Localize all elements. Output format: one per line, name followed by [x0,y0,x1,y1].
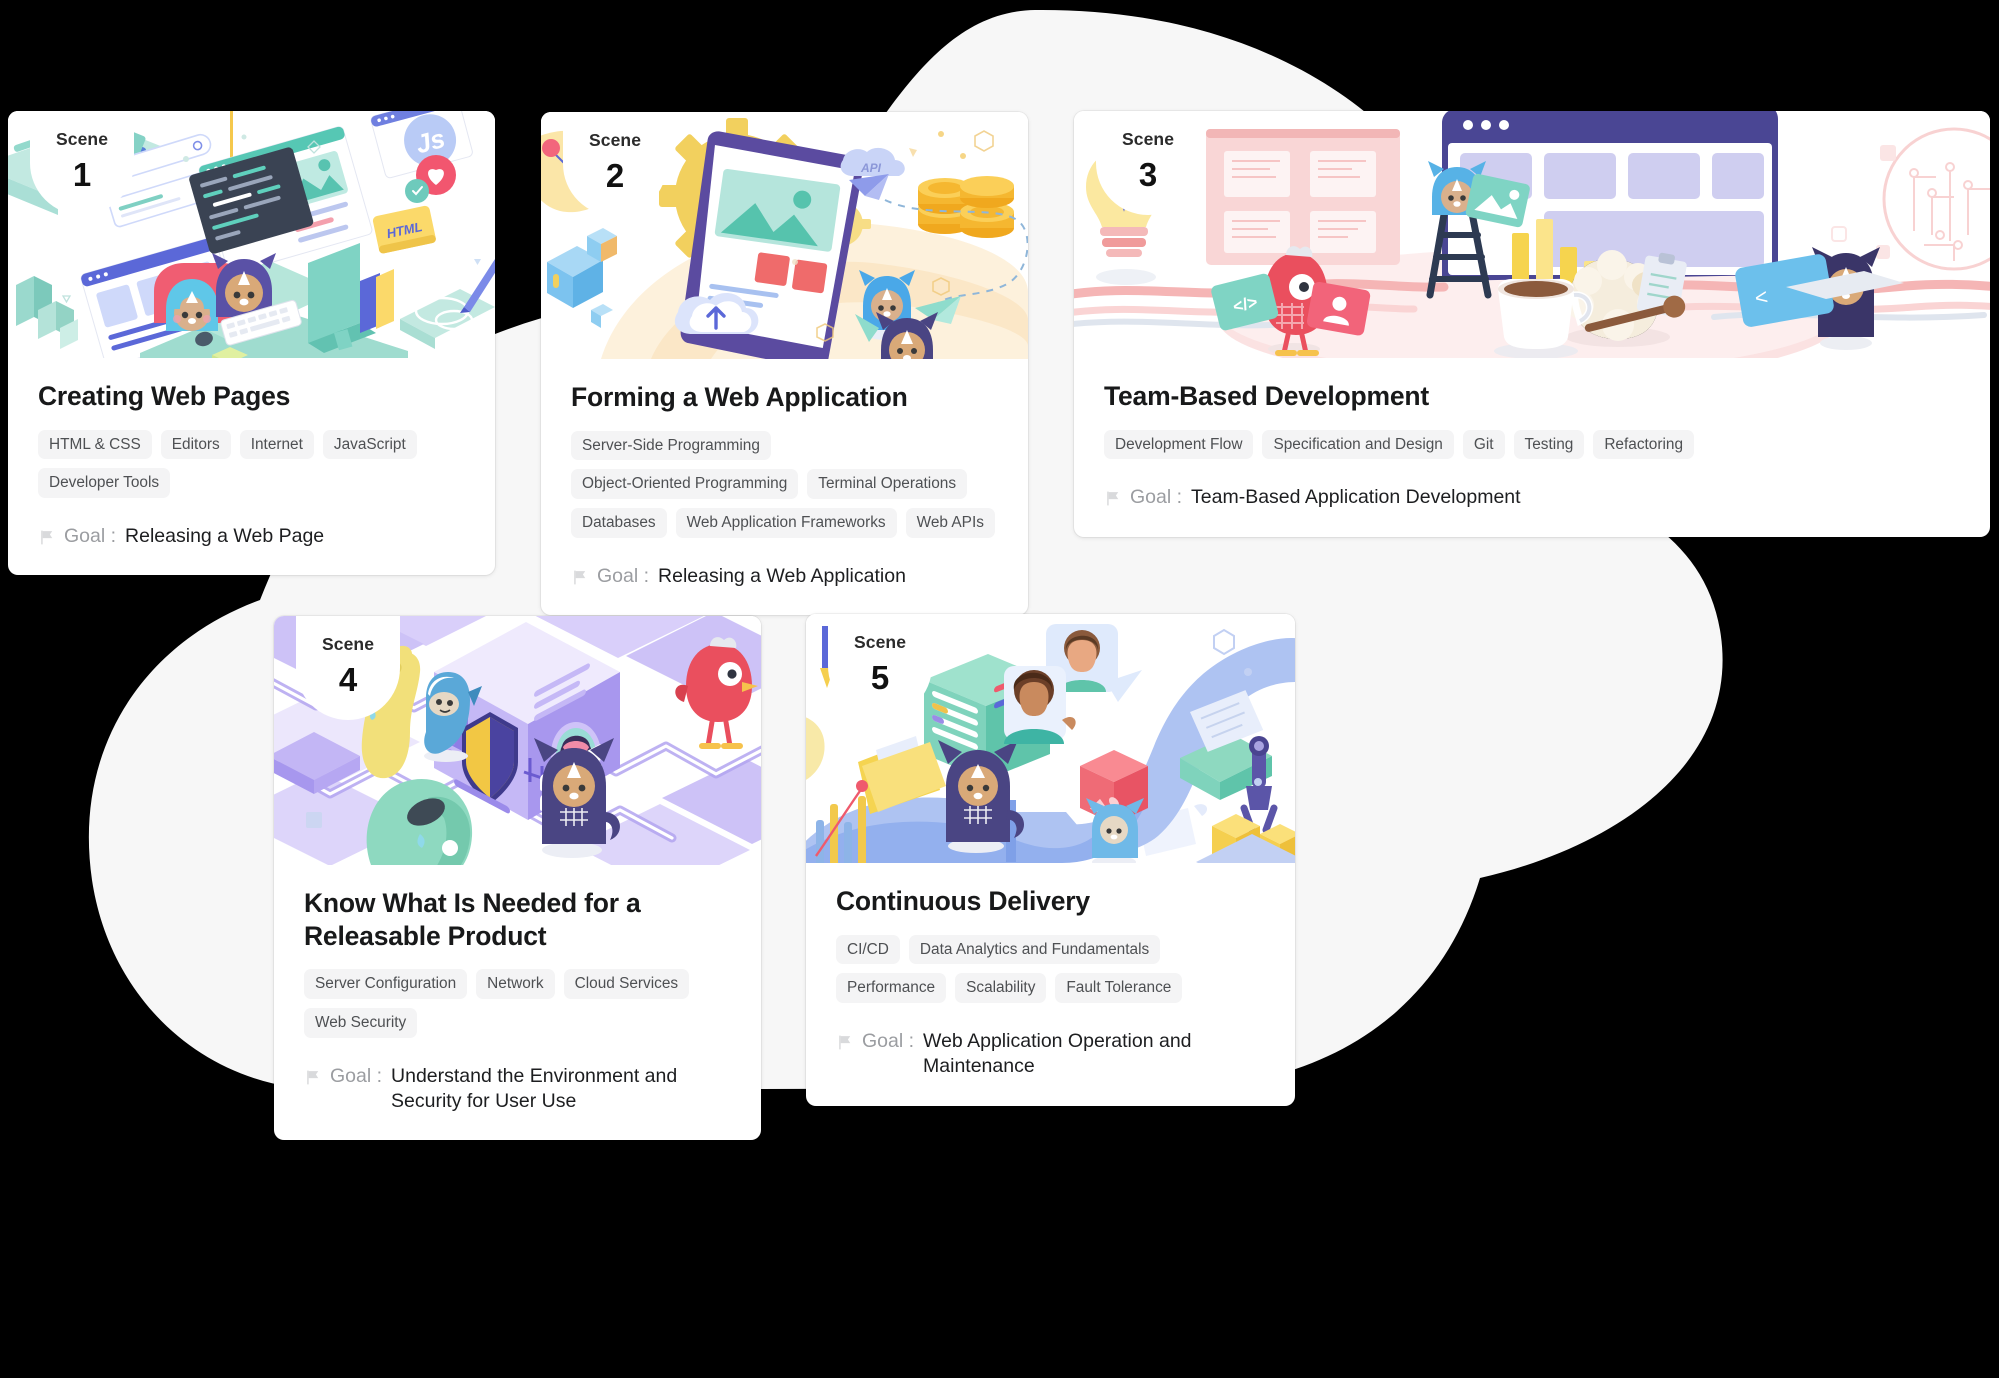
tag[interactable]: HTML & CSS [38,429,152,460]
goal-label: Goal : [597,564,650,587]
tag[interactable]: Performance [836,973,947,1003]
goal-text: Releasing a Web Application [658,564,906,587]
tag[interactable]: Internet [239,429,314,460]
scene-card-4[interactable]: NAME [274,616,761,1141]
tag[interactable]: Specification and Design [1262,429,1454,460]
scene-number: 2 [605,156,625,194]
scene-number: 5 [870,658,890,696]
goal-row: Goal : Understand the Environment and Se… [304,1064,731,1115]
tag[interactable]: Data Analytics and Fundamentals [908,934,1161,965]
tag[interactable]: Fault Tolerance [1055,973,1183,1003]
scene-card-3[interactable]: </> < Scene 3 Team-Based Development Dev… [1074,111,1990,537]
tag[interactable]: Server Configuration [304,969,468,999]
tag[interactable]: CI/CD [836,934,900,965]
tag[interactable]: Databases [571,508,667,538]
scene-number: 4 [338,660,358,698]
scene-word: Scene [55,129,109,149]
scene-badge-4: Scene 4 [296,616,400,720]
tag[interactable]: Object-Oriented Programming [571,469,799,499]
tag[interactable]: Terminal Operations [807,469,968,499]
tag[interactable]: Web Application Frameworks [675,508,897,538]
scene-word: Scene [588,130,642,150]
scene-badge-5: Scene 5 [828,614,932,718]
goal-label: Goal : [330,1064,383,1087]
tag-list: Server Configuration Network Cloud Servi… [304,969,731,1038]
scene-card-5[interactable]: Scene 5 Continuous Delivery CI/CD Data A… [806,614,1295,1106]
flag-icon [574,570,586,585]
scene-badge-2: Scene 2 [563,112,667,216]
tag[interactable]: JavaScript [322,429,417,460]
card-title: Know What Is Needed for a Releasable Pro… [304,888,641,951]
scene-word: Scene [321,634,375,654]
tag[interactable]: Web Security [304,1007,418,1038]
tag[interactable]: Web APIs [905,508,995,538]
tag[interactable]: Network [476,969,555,999]
goal-row: Goal : Releasing a Web Application [571,564,998,589]
scene-card-2[interactable]: API Scene 2 Forming a Web Application Se… [541,112,1028,616]
tag-list: Development Flow Specification and Desig… [1104,429,1960,460]
scene-badge-3: Scene 3 [1096,111,1200,215]
scene-number: 1 [72,155,92,193]
svg-text:API: API [860,161,882,175]
goal-row: Goal : Web Application Operation and Mai… [836,1029,1265,1080]
goal-row: Goal : Releasing a Web Page [38,524,465,549]
goal-label: Goal : [862,1030,915,1052]
scene-word: Scene [853,632,907,652]
scene-card-1[interactable]: CSS [8,111,495,576]
scene-card-3-illustration: </> < [1074,111,1990,358]
tag-list: CI/CD Data Analytics and Fundamentals Pe… [836,934,1265,1003]
goal-text: Releasing a Web Page [125,525,325,547]
tag[interactable]: Server-Side Programming [571,430,771,461]
goal-label: Goal : [1130,486,1183,509]
scene-card-2-body: Forming a Web Application Server-Side Pr… [541,359,1028,615]
scene-word: Scene [1121,129,1175,149]
scene-card-3-body: Team-Based Development Development Flow … [1074,358,1990,537]
card-title: Creating Web Pages [38,381,291,411]
goal-label: Goal : [64,525,117,547]
flag-icon [41,530,53,545]
goal-text: Team-Based Application Development [1191,486,1521,509]
tag[interactable]: Git [1462,429,1505,460]
scene-badge-1: Scene 1 [30,111,134,215]
scene-card-1-body: Creating Web Pages HTML & CSS Editors In… [8,358,495,575]
scene-cards-page: CSS [0,0,1999,1378]
tag[interactable]: Refactoring [1593,429,1695,460]
flag-icon [839,1035,851,1050]
tag-list: Server-Side Programming Object-Oriented … [571,430,998,538]
goal-row: Goal : Team-Based Application Developmen… [1104,485,1960,510]
card-title: Forming a Web Application [571,382,908,412]
card-title: Team-Based Development [1104,381,1429,411]
goal-text: Web Application Operation and Maintenanc… [923,1030,1192,1078]
scene-number: 3 [1138,155,1158,193]
flag-icon [1107,491,1119,506]
tag[interactable]: Cloud Services [563,969,690,999]
tag-list: HTML & CSS Editors Internet JavaScript D… [38,429,465,498]
tag[interactable]: Editors [160,429,231,460]
tag[interactable]: Scalability [955,973,1047,1003]
tag[interactable]: Testing [1513,429,1585,460]
tag[interactable]: Development Flow [1104,429,1254,460]
scene-card-5-body: Continuous Delivery CI/CD Data Analytics… [806,863,1295,1106]
tag[interactable]: Developer Tools [38,468,171,498]
flag-icon [307,1070,319,1084]
card-title: Continuous Delivery [836,886,1090,916]
goal-text: Understand the Environment and Security … [391,1064,678,1112]
scene-card-4-body: Know What Is Needed for a Releasable Pro… [274,865,761,1140]
